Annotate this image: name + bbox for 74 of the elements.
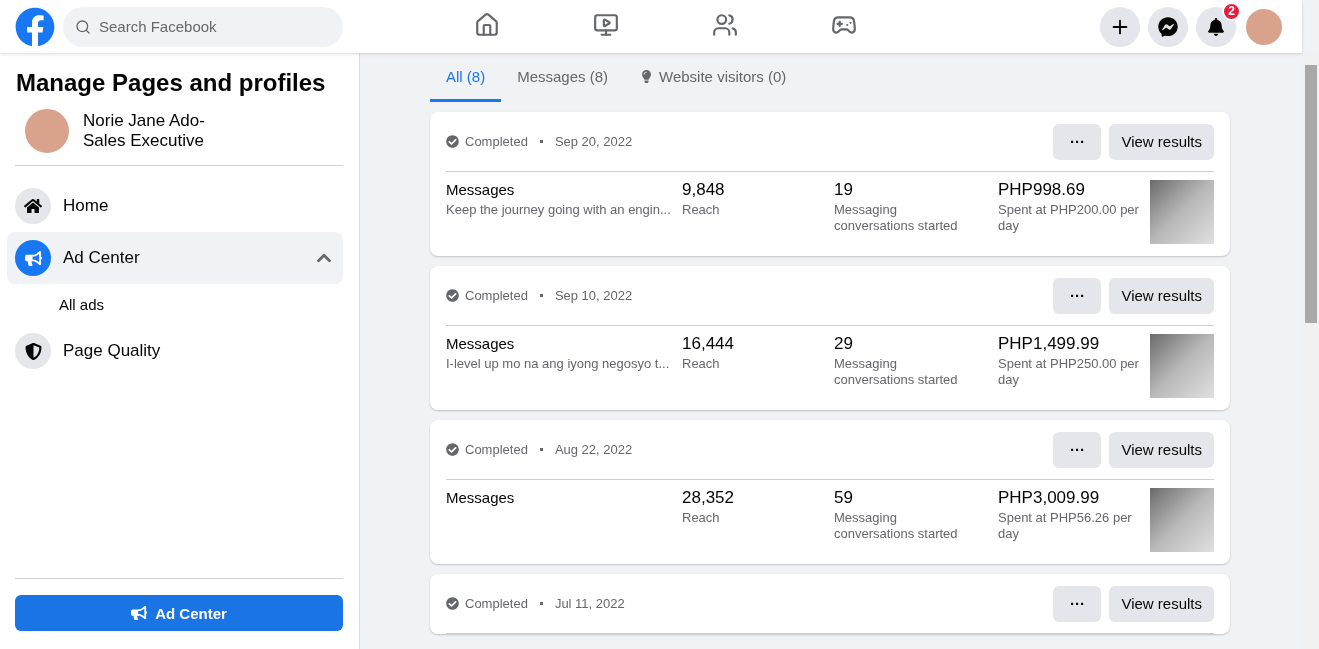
sidebar-item[interactable]: Ad Center	[7, 232, 343, 284]
ad-description: Keep the journey going with an engin...	[446, 202, 672, 218]
more-button[interactable]: ···	[1053, 431, 1102, 468]
profile-role: Sales Executive	[83, 131, 205, 151]
ad-status: Completed	[465, 288, 528, 303]
home-icon	[24, 197, 42, 215]
view-results-button[interactable]: View results	[1109, 431, 1214, 468]
ad-objective: Messages	[446, 180, 516, 200]
view-results-button[interactable]: View results	[1109, 123, 1214, 160]
view-results-button[interactable]: View results	[1109, 585, 1214, 622]
search-field[interactable]: Search Facebook	[63, 6, 343, 47]
search-icon	[75, 18, 91, 35]
amount-spent: PHP3,009.99	[998, 488, 1101, 508]
messenger-button[interactable]	[1148, 6, 1188, 47]
sidebar-title: Manage Pages and profiles	[16, 69, 327, 97]
reach-label: Reach	[682, 510, 721, 526]
home-icon	[473, 12, 500, 38]
ad-description: I-level up mo na ang iyong negosyo t...	[446, 356, 671, 372]
ad-date: Jul 11, 2022	[554, 596, 625, 611]
more-button[interactable]: ···	[1053, 585, 1102, 622]
groups-icon	[711, 12, 738, 38]
photo-placeholder	[1150, 488, 1214, 552]
megaphone-icon	[131, 605, 148, 621]
ad-objective: Messages	[446, 488, 516, 508]
ad-status: Completed	[465, 134, 528, 149]
ad-center-button[interactable]: Ad Center	[15, 595, 343, 631]
reach-value: 16,444	[682, 334, 735, 354]
notification-badge: 2	[1222, 1, 1241, 21]
ad-status: Completed	[465, 596, 528, 611]
tab[interactable]: All (8)	[430, 53, 502, 102]
check-icon	[446, 443, 459, 456]
more-button[interactable]: ···	[1053, 277, 1102, 314]
shield-icon	[24, 342, 42, 360]
reach-value: 9,848	[682, 180, 726, 200]
spend-rate: Spent at PHP250.00 per day	[998, 356, 1140, 388]
check-icon	[446, 597, 459, 610]
amount-spent: PHP1,499.99	[998, 334, 1101, 354]
amount-spent: PHP998.69	[998, 180, 1086, 200]
ad-objective: Messages	[446, 334, 516, 354]
reach-label: Reach	[682, 356, 721, 372]
tab[interactable]: Messages (8)	[501, 53, 625, 102]
reach-value: 28,352	[682, 488, 735, 508]
ad-date: Sep 10, 2022	[554, 288, 633, 303]
results-label: Messaging conversations started	[834, 356, 959, 388]
ad-date: Aug 22, 2022	[554, 442, 633, 457]
results-value: 59	[834, 488, 854, 508]
ad-status: Completed	[465, 442, 528, 457]
reach-label: Reach	[682, 202, 721, 218]
messenger-icon	[1158, 16, 1178, 37]
check-icon	[446, 289, 459, 302]
view-results-button[interactable]: View results	[1109, 277, 1214, 314]
profile-name: Norie Jane Ado-	[83, 111, 205, 131]
sidebar-subitem[interactable]: All ads	[7, 284, 343, 325]
spend-rate: Spent at PHP200.00 per day	[998, 202, 1140, 234]
photo-placeholder	[1150, 180, 1214, 244]
video-icon	[592, 12, 619, 38]
create-button[interactable]	[1100, 6, 1140, 47]
results-value: 29	[834, 334, 854, 354]
more-button[interactable]: ···	[1053, 123, 1102, 160]
megaphone-icon	[24, 249, 42, 267]
bell-icon	[1207, 17, 1225, 36]
results-label: Messaging conversations started	[834, 202, 959, 234]
ad-date: Sep 20, 2022	[554, 134, 633, 149]
lightbulb-icon	[640, 69, 654, 83]
tab[interactable]: Website visitors (0)	[624, 53, 803, 102]
logo-icon[interactable]	[15, 6, 55, 47]
sidebar-item[interactable]: Page Quality	[7, 325, 343, 377]
results-label: Messaging conversations started	[834, 510, 959, 542]
check-icon	[446, 135, 459, 148]
scrollbar[interactable]	[1302, 53, 1319, 649]
photo-placeholder	[1150, 334, 1214, 398]
results-value: 19	[834, 180, 854, 200]
spend-rate: Spent at PHP56.26 per day	[998, 510, 1133, 542]
sidebar-item[interactable]: Home	[7, 180, 343, 232]
